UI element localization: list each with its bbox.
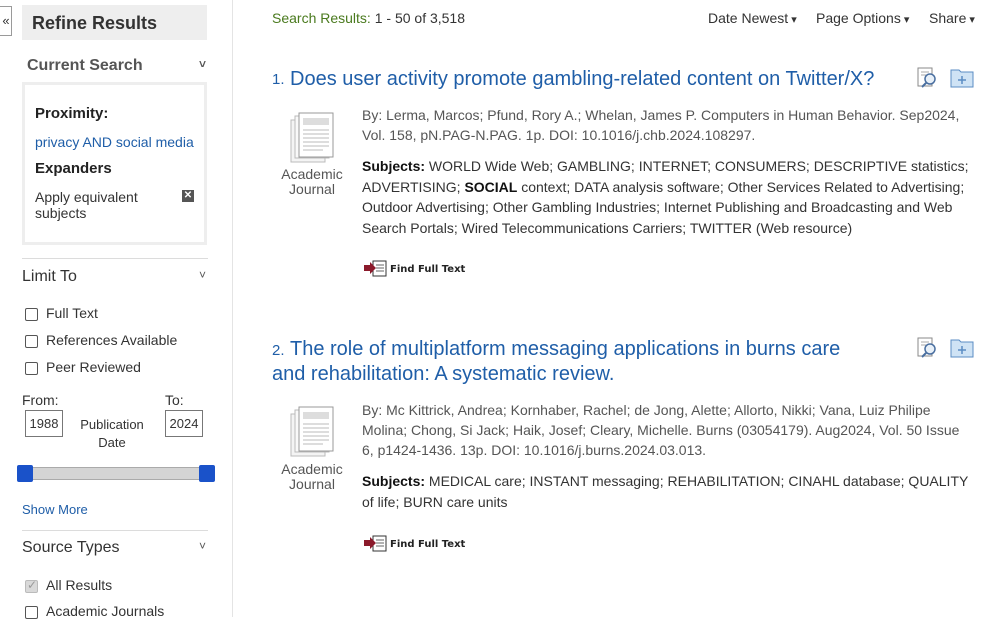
all-results-label: All Results (46, 577, 113, 593)
preview-icon[interactable] (916, 336, 940, 358)
refine-results-heading: Refine Results (22, 5, 207, 40)
result-title-link-cont[interactable]: and rehabilitation: A systematic review. (272, 362, 614, 387)
from-label: From: (22, 392, 59, 408)
add-to-folder-icon[interactable] (950, 336, 974, 358)
chevron-down-icon: ˅ (198, 539, 206, 553)
chevron-down-icon: ˅ (198, 268, 206, 282)
proximity-query-link[interactable]: privacy AND social media (35, 134, 194, 150)
show-more-link[interactable]: Show More (22, 502, 88, 517)
all-results-checkbox-row[interactable]: All Results (25, 577, 112, 593)
academic-journal-icon (290, 406, 334, 457)
to-label: To: (165, 392, 184, 408)
remove-expander-icon[interactable]: ✕ (182, 190, 194, 202)
references-available-checkbox-row[interactable]: References Available (25, 332, 177, 348)
subjects-label: Subjects: (362, 158, 426, 174)
date-range-slider[interactable] (24, 467, 208, 480)
publication-type: Academic Journal (281, 461, 343, 492)
expanders-label: Expanders (35, 160, 112, 177)
result-subjects: Subjects: MEDICAL care; INSTANT messagin… (362, 471, 972, 512)
from-year-input[interactable]: 1988 (25, 410, 63, 437)
chevron-down-icon: ˅ (198, 57, 206, 71)
slider-handle-to[interactable] (199, 465, 215, 482)
peer-reviewed-checkbox[interactable] (25, 362, 38, 375)
results-label: Search Results: (272, 10, 371, 26)
divider (22, 530, 208, 531)
divider (22, 258, 208, 259)
sort-dropdown[interactable]: Date Newest (708, 10, 797, 26)
limit-to-toggle[interactable]: Limit To ˅ (22, 268, 208, 286)
source-types-toggle[interactable]: Source Types ˅ (22, 539, 208, 557)
peer-reviewed-checkbox-row[interactable]: Peer Reviewed (25, 359, 141, 375)
current-search-toggle[interactable]: Current Search ˅ (22, 57, 208, 75)
result-number: 2. (272, 342, 285, 359)
find-full-text-label: Find Full Text (390, 539, 466, 550)
result-title-link[interactable]: Does user activity promote gambling-rela… (290, 67, 874, 92)
collapse-sidebar-button[interactable]: « (0, 6, 12, 36)
result-subjects: Subjects: WORLD Wide Web; GAMBLING; INTE… (362, 156, 987, 238)
results-range: 1 - 50 of 3,518 (374, 10, 466, 26)
sidebar-divider (232, 0, 233, 617)
expander-item: Apply equivalent subjects (35, 189, 138, 221)
subjects-label: Subjects: (362, 473, 426, 489)
result-byline: By: Lerma, Marcos; Pfund, Rory A.; Whela… (362, 107, 960, 143)
academic-journal-icon (290, 112, 334, 163)
publication-date-label: Publication Date (80, 417, 144, 450)
subjects-highlight: SOCIAL (464, 178, 518, 195)
references-available-checkbox[interactable] (25, 335, 38, 348)
full-text-checkbox-row[interactable]: Full Text (25, 305, 98, 321)
results-count: Search Results: 1 - 50 of 3,518 (272, 10, 465, 26)
find-full-text-link[interactable]: Find Full Text (364, 260, 465, 278)
share-dropdown[interactable]: Share (929, 10, 975, 26)
peer-reviewed-label: Peer Reviewed (46, 359, 141, 375)
proximity-label: Proximity: (35, 105, 109, 122)
full-text-checkbox[interactable] (25, 308, 38, 321)
source-types-heading: Source Types (22, 539, 120, 556)
current-search-heading: Current Search (27, 57, 143, 74)
current-search-box: Proximity: privacy AND social media Expa… (22, 82, 207, 245)
find-full-text-label: Find Full Text (390, 264, 466, 275)
slider-handle-from[interactable] (17, 465, 33, 482)
find-full-text-icon (364, 260, 387, 277)
academic-journals-checkbox[interactable] (25, 606, 38, 619)
result-number: 1. (272, 71, 285, 88)
page-options-dropdown[interactable]: Page Options (816, 10, 909, 26)
all-results-checkbox[interactable] (25, 578, 38, 593)
add-to-folder-icon[interactable] (950, 66, 974, 88)
references-available-label: References Available (46, 332, 178, 348)
publication-type: Academic Journal (281, 166, 343, 197)
subjects-text: MEDICAL care; INSTANT messaging; REHABIL… (362, 473, 969, 510)
result-title-link[interactable]: The role of multiplatform messaging appl… (290, 337, 840, 362)
limit-to-heading: Limit To (22, 268, 77, 285)
result-byline: By: Mc Kittrick, Andrea; Kornhaber, Rach… (362, 402, 960, 458)
full-text-label: Full Text (46, 305, 98, 321)
preview-icon[interactable] (916, 66, 940, 88)
to-year-input[interactable]: 2024 (165, 410, 203, 437)
find-full-text-link[interactable]: Find Full Text (364, 535, 465, 553)
find-full-text-icon (364, 535, 387, 552)
